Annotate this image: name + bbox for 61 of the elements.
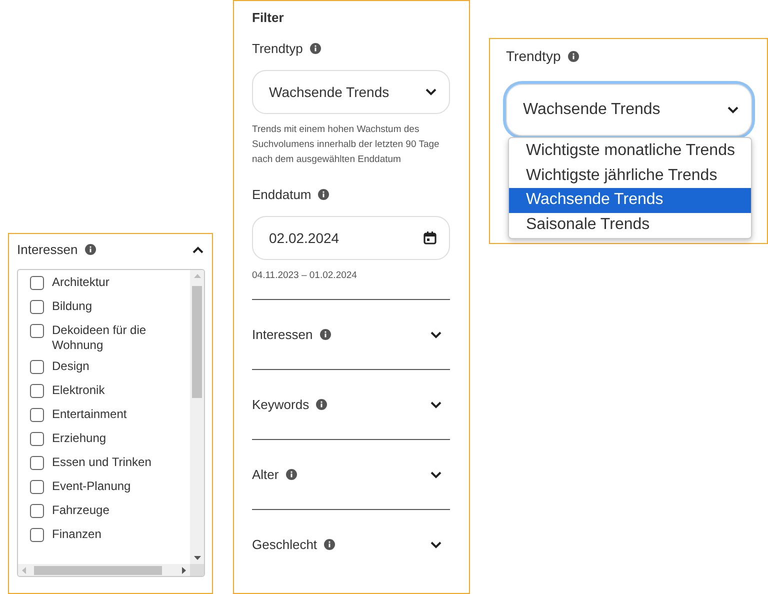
checkbox[interactable] — [30, 456, 44, 470]
section-title[interactable]: Alter — [252, 467, 279, 482]
checkbox-label[interactable]: Erziehung — [52, 431, 177, 446]
info-icon — [320, 329, 331, 340]
chevron-down-icon[interactable] — [430, 470, 442, 478]
dropdown-option[interactable]: Wichtigste monatliche Trends — [509, 139, 751, 164]
section-title: Interessen — [17, 242, 78, 257]
dropdown-option[interactable]: Saisonale Trends — [509, 212, 751, 237]
calendar-icon[interactable] — [423, 231, 437, 245]
checkbox[interactable] — [30, 504, 44, 518]
trend-type-select[interactable]: Wachsende Trends — [506, 84, 752, 136]
dropdown-option[interactable]: Wachsende Trends — [509, 188, 751, 212]
chevron-down-icon[interactable] — [430, 400, 442, 408]
checkbox-label[interactable]: Fahrzeuge — [52, 503, 177, 518]
checkbox-label[interactable]: Elektronik — [52, 383, 177, 398]
checkbox[interactable] — [30, 480, 44, 494]
checkbox[interactable] — [30, 324, 44, 338]
trend-type-select[interactable]: Wachsende Trends — [252, 70, 450, 114]
section-title[interactable]: Geschlecht — [252, 537, 318, 552]
chevron-up-icon[interactable] — [192, 246, 204, 254]
checkbox-label[interactable]: Dekoideen für die Wohnung — [52, 323, 177, 353]
info-icon — [568, 50, 579, 62]
field-label: Trendtyp — [506, 48, 561, 64]
checkbox-label[interactable]: Event-Planung — [52, 479, 177, 494]
checkbox[interactable] — [30, 360, 44, 374]
field-label: Enddatum — [252, 187, 312, 202]
checkbox[interactable] — [30, 432, 44, 446]
scroll-right-arrow-icon[interactable] — [182, 566, 186, 574]
info-icon — [286, 469, 297, 480]
info-icon — [316, 399, 328, 410]
section-title[interactable]: Interessen — [252, 327, 313, 342]
panel-title: Filter — [252, 10, 285, 25]
info-icon — [324, 539, 336, 550]
horizontal-scrollbar[interactable] — [18, 564, 190, 576]
dropdown-option[interactable]: Wichtigste jährliche Trends — [509, 164, 751, 188]
checkbox[interactable] — [30, 384, 44, 398]
checkbox-label[interactable]: Entertainment — [52, 407, 177, 422]
chevron-down-icon[interactable] — [430, 330, 442, 338]
checkbox-label[interactable]: Essen und Trinken — [52, 455, 177, 470]
checkbox[interactable] — [30, 408, 44, 422]
checkbox[interactable] — [30, 528, 44, 542]
scrollbar-corner — [190, 564, 204, 576]
chevron-down-icon[interactable] — [430, 540, 442, 548]
help-text: Trends mit einem hohen Wachstum des Suchvolumens innerhalb der letzten 90 Tage nach dem ausgewählten Enddatum — [252, 123, 440, 167]
chevron-down-icon[interactable] — [425, 88, 437, 96]
date-field[interactable]: 02.02.2024 — [252, 216, 450, 260]
info-icon — [310, 43, 321, 54]
checkbox-label[interactable]: Finanzen — [52, 527, 177, 542]
vertical-scrollbar[interactable] — [190, 270, 204, 564]
checkbox-label[interactable]: Architektur — [52, 275, 177, 290]
scroll-down-arrow-icon[interactable] — [194, 556, 200, 560]
checkbox-label[interactable]: Bildung — [52, 299, 177, 314]
info-icon — [318, 189, 330, 200]
date-range: 04.11.2023 – 01.02.2024 — [252, 270, 358, 281]
info-icon — [84, 244, 96, 255]
field-label: Trendtyp — [252, 41, 303, 56]
checkbox-label[interactable]: Design — [52, 359, 177, 374]
section-title[interactable]: Keywords — [252, 397, 310, 412]
checkbox[interactable] — [30, 300, 44, 314]
checkbox[interactable] — [30, 276, 44, 290]
chevron-down-icon[interactable] — [727, 106, 739, 114]
